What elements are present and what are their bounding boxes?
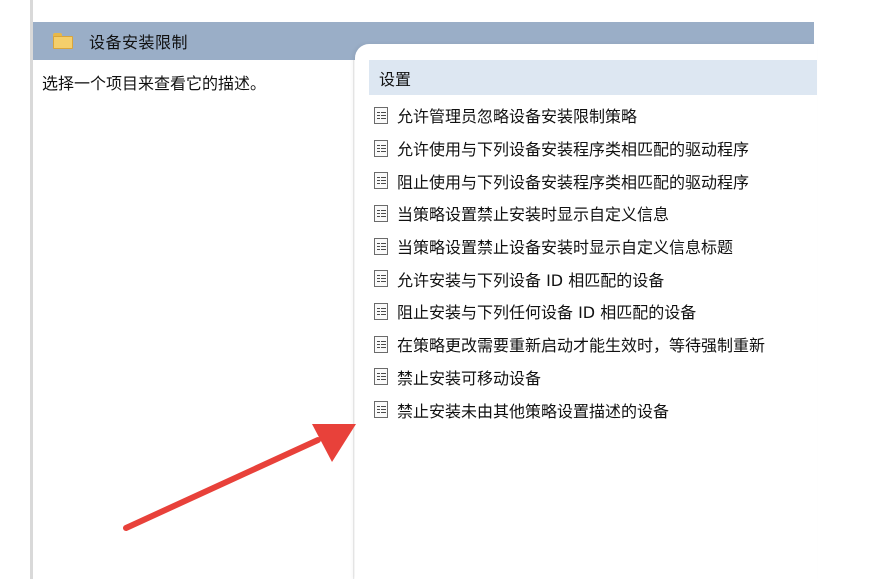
list-item[interactable]: 允许使用与下列设备安装程序类相匹配的驱动程序 [374, 132, 817, 165]
section-title: 设备安装限制 [89, 33, 189, 52]
list-item[interactable]: 阻止安装与下列任何设备 ID 相匹配的设备 [374, 295, 817, 328]
policy-setting-icon [374, 270, 388, 288]
list-item[interactable]: 当策略设置禁止安装时显示自定义信息 [374, 197, 817, 230]
description-pane: 选择一个项目来查看它的描述。 [33, 60, 354, 579]
policy-setting-icon [374, 302, 388, 320]
list-item-label: 允许安装与下列设备 ID 相匹配的设备 [397, 270, 665, 290]
policy-setting-icon [374, 237, 388, 255]
list-item-label: 阻止使用与下列设备安装程序类相匹配的驱动程序 [397, 172, 750, 192]
list-item[interactable]: 允许管理员忽略设备安装限制策略 [374, 99, 817, 132]
list-item-label: 禁止安装可移动设备 [397, 368, 542, 388]
description-text: 选择一个项目来查看它的描述。 [42, 74, 267, 93]
list-item[interactable]: 允许安装与下列设备 ID 相匹配的设备 [374, 262, 817, 295]
list-item-label: 阻止安装与下列任何设备 ID 相匹配的设备 [397, 303, 697, 323]
list-item[interactable]: 禁止安装可移动设备 [374, 361, 817, 394]
list-item[interactable]: 阻止使用与下列设备安装程序类相匹配的驱动程序 [374, 164, 817, 197]
list-item-label: 当策略设置禁止设备安装时显示自定义信息标题 [397, 238, 734, 258]
policy-setting-icon [374, 106, 388, 124]
folder-icon [53, 33, 73, 49]
settings-column-header[interactable]: 设置 [369, 60, 817, 95]
window-top-strip [33, 0, 814, 23]
policy-setting-icon [374, 204, 388, 222]
settings-column-label: 设置 [379, 69, 412, 89]
list-item[interactable]: 当策略设置禁止设备安装时显示自定义信息标题 [374, 230, 817, 263]
policy-setting-icon [374, 139, 388, 157]
list-item-label: 禁止安装未由其他策略设置描述的设备 [397, 401, 670, 421]
list-item-label: 允许使用与下列设备安装程序类相匹配的驱动程序 [397, 140, 750, 160]
policy-setting-icon [374, 335, 388, 353]
list-item-label: 允许管理员忽略设备安装限制策略 [397, 107, 638, 127]
list-item[interactable]: 禁止安装未由其他策略设置描述的设备 [374, 393, 817, 426]
policy-setting-icon [374, 368, 388, 386]
policy-setting-icon [374, 401, 388, 419]
policy-setting-icon [374, 172, 388, 190]
list-item-label: 当策略设置禁止安装时显示自定义信息 [397, 205, 670, 225]
list-item[interactable]: 在策略更改需要重新启动才能生效时，等待强制重新 [374, 328, 817, 361]
list-item-label: 在策略更改需要重新启动才能生效时，等待强制重新 [397, 336, 766, 356]
group-policy-window: 设备安装限制 选择一个项目来查看它的描述。 设置 允许管理员忽略设备安装限制策略… [30, 0, 817, 579]
settings-pane: 设置 允许管理员忽略设备安装限制策略 允许使用与下列设备安装程序类相匹配的驱动程… [355, 44, 817, 579]
settings-list: 允许管理员忽略设备安装限制策略 允许使用与下列设备安装程序类相匹配的驱动程序 阻… [374, 99, 817, 426]
